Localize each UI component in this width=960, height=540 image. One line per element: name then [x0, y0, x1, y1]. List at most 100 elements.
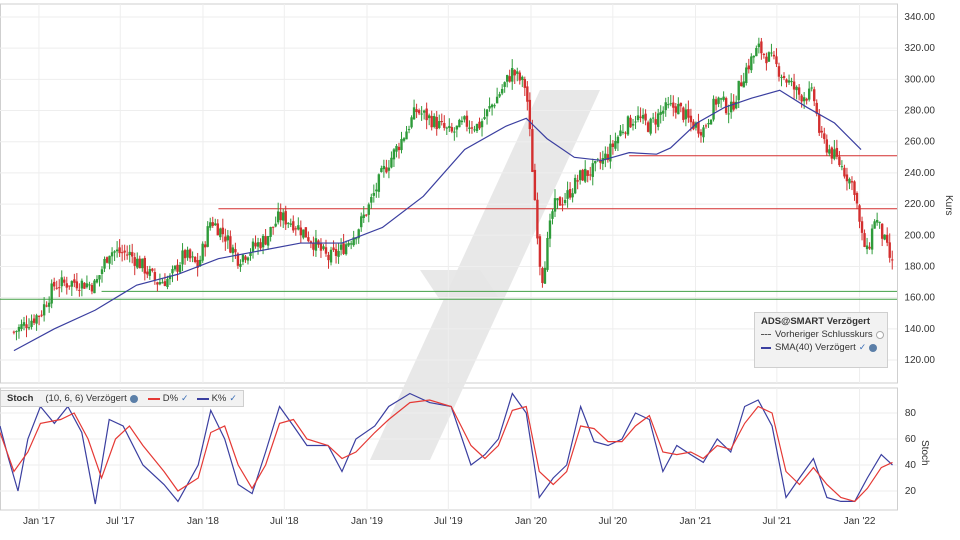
candle-body: [20, 324, 23, 329]
x-tick-label: Jul '19: [434, 516, 463, 527]
candle-body: [324, 247, 328, 254]
x-tick-label: Jan '21: [680, 516, 712, 527]
candle-body: [840, 166, 844, 168]
candle-body: [770, 52, 773, 54]
candle-body: [860, 221, 864, 233]
candle-body: [435, 116, 438, 130]
candle-body: [581, 169, 584, 181]
candle-body: [578, 170, 582, 181]
candle-body: [367, 204, 370, 215]
candle-body: [314, 238, 318, 251]
candle-body: [32, 318, 36, 323]
candle-body: [480, 121, 484, 128]
check-icon[interactable]: ✓: [229, 393, 237, 404]
candle-body: [176, 264, 179, 272]
candle-body: [45, 305, 48, 307]
candle-body: [430, 116, 433, 128]
candle-body: [302, 229, 305, 238]
candle-body: [63, 279, 66, 283]
candle-body: [415, 109, 418, 113]
candle-body: [712, 98, 715, 120]
candle-body: [470, 127, 474, 129]
chart-root: Jan '17 Jul '17 Jan '18 Jul '18 Jan '19 Jul '…: [0, 0, 960, 540]
stoch-y-tick-label: 80: [905, 408, 917, 419]
candle-body: [760, 41, 763, 54]
candle-body: [186, 249, 189, 258]
candle-body: [392, 149, 396, 160]
candle-body: [395, 145, 398, 152]
candle-body: [659, 111, 662, 115]
candle-body: [344, 244, 348, 255]
candle-body: [173, 265, 177, 270]
candle-body: [453, 131, 456, 133]
candle-body: [289, 223, 292, 225]
candle-body: [782, 75, 786, 79]
candle-body: [707, 122, 710, 125]
candle-body: [526, 86, 529, 102]
candle-body: [651, 117, 655, 119]
candle-body: [563, 199, 567, 203]
candle-body: [407, 129, 411, 131]
stoch-legend: Stoch (10, 6, 6) Verzögert D% ✓ K% ✓: [0, 390, 244, 407]
candle-body: [113, 251, 116, 253]
candle-body: [85, 283, 89, 288]
candle-body: [68, 285, 71, 287]
candle-body: [649, 118, 652, 134]
candle-body: [475, 123, 479, 132]
x-tick-label: Jul '17: [106, 516, 135, 527]
candle-body: [553, 198, 557, 212]
candle-body: [337, 250, 340, 257]
candle-body: [614, 140, 617, 149]
candle-body: [284, 211, 287, 225]
candle-body: [719, 98, 723, 100]
candle-body: [151, 268, 154, 271]
candle-body: [656, 113, 660, 127]
candle-body: [178, 265, 182, 273]
candle-body: [536, 199, 539, 239]
candle-body: [795, 86, 798, 91]
candle-body: [95, 279, 99, 283]
candle-body: [332, 247, 335, 251]
candle-body: [349, 243, 353, 245]
candle-body: [365, 214, 368, 216]
candle-body: [390, 157, 393, 168]
k-line-swatch: [196, 397, 209, 400]
candle-body: [420, 113, 423, 115]
candle-body: [541, 268, 544, 283]
candle-body: [807, 88, 811, 100]
candle-body: [724, 98, 728, 114]
x-tick-label: Jan '19: [351, 516, 383, 527]
candle-body: [422, 110, 426, 113]
candle-body: [465, 115, 469, 127]
candle-body: [762, 53, 766, 55]
candle-body: [299, 227, 303, 236]
candle-body: [624, 132, 627, 134]
candle-body: [98, 275, 101, 280]
legend-item-sma[interactable]: SMA(40) Verzögert ✓: [755, 340, 887, 353]
candle-body: [830, 147, 834, 159]
check-icon[interactable]: ✓: [181, 393, 189, 404]
candle-body: [765, 56, 768, 64]
candle-body: [105, 257, 109, 263]
y-tick-label: 140.00: [904, 324, 935, 335]
candle-body: [17, 326, 21, 332]
candle-body: [191, 256, 194, 258]
candle-body: [201, 243, 204, 261]
candle-body: [752, 55, 756, 58]
candle-body: [490, 104, 494, 108]
candle-body: [619, 130, 622, 136]
candle-body: [143, 257, 146, 274]
legend-item-previous-close[interactable]: Vorheriger Schlusskurs: [755, 327, 887, 340]
candle-body: [548, 220, 552, 239]
candle-body: [888, 242, 891, 258]
x-tick-label: Jan '20: [515, 516, 547, 527]
y-tick-label: 200.00: [904, 230, 935, 241]
candle-body: [631, 123, 635, 126]
candle-body: [347, 242, 350, 246]
candle-body: [729, 101, 733, 113]
candle-body: [662, 110, 665, 114]
candle-body: [521, 76, 524, 81]
candle-body: [742, 81, 745, 88]
candle-body: [80, 280, 84, 289]
candle-body: [188, 249, 192, 259]
